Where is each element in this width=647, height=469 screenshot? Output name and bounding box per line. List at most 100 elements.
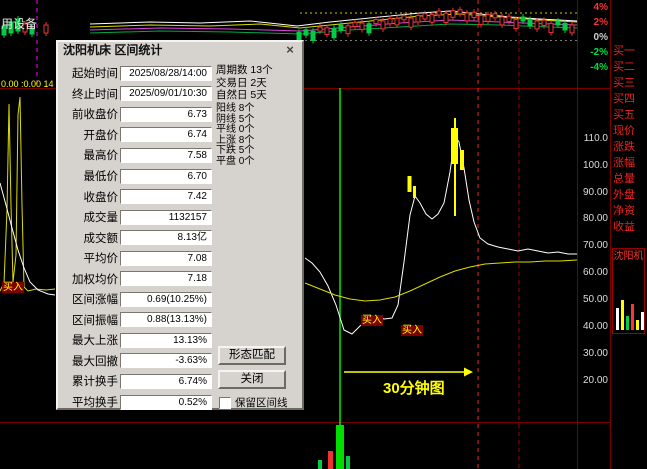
stat-label: 最低价 xyxy=(60,168,118,184)
stat-row: 最高价7.58 xyxy=(60,145,212,166)
quote-panel-item: 买二 xyxy=(613,58,646,74)
price-axis-label: 110.0 xyxy=(578,133,608,144)
stat-label: 终止时间 xyxy=(60,86,118,102)
dialog-close-button[interactable]: × xyxy=(283,43,297,57)
quote-panel-item: 买五 xyxy=(613,106,646,122)
stat-value-field: 7.18 xyxy=(120,271,212,286)
price-axis-label: 70.00 xyxy=(578,240,608,251)
stat-value-field: 2025/08/28/14:00 xyxy=(120,66,212,81)
stat-label: 前收盘价 xyxy=(60,106,118,122)
left-line-fragments xyxy=(0,97,55,295)
stat-label: 区间涨幅 xyxy=(60,291,118,307)
stat-label: 起始时间 xyxy=(60,65,118,81)
stat-label: 收盘价 xyxy=(60,189,118,205)
stat-value-field: 0.69(10.25%) xyxy=(120,292,212,307)
highlight-arrow xyxy=(344,368,473,377)
percent-axis-label: 4% xyxy=(578,2,608,13)
stat-label: 平均价 xyxy=(60,250,118,266)
stat-label: 最高价 xyxy=(60,147,118,163)
stat-label: 区间振幅 xyxy=(60,312,118,328)
avg-price-line xyxy=(305,260,577,301)
percent-axis-label: 0% xyxy=(578,32,608,43)
stat-value-field: 1132157 xyxy=(120,210,212,225)
stat-value-field: 7.58 xyxy=(120,148,212,163)
keep-interval-lines-checkbox[interactable]: 保留区间线 xyxy=(219,395,288,410)
quote-panel-item: 现价 xyxy=(613,122,646,138)
period-info: 周期数 13个 交易日 2天 自然日 5天 xyxy=(216,64,273,102)
stat-value-field: 7.08 xyxy=(120,251,212,266)
quote-panel-item: 总量 xyxy=(613,170,646,186)
buy-signal-label: 买入 xyxy=(401,325,423,336)
quote-panel-item: 买三 xyxy=(613,74,646,90)
checkbox-label: 保留区间线 xyxy=(235,395,288,410)
stat-row: 成交额8.13亿 xyxy=(60,227,212,248)
stat-row: 平均价7.08 xyxy=(60,248,212,269)
stat-label: 最大回撤 xyxy=(60,353,118,369)
app-window: 用设备 0.00 :0.00 14 4% 2% 0% -2% -4% 110.0… xyxy=(0,0,647,469)
stat-value-field: 0.52% xyxy=(120,395,212,410)
quote-panel-item: 收益 xyxy=(613,218,646,234)
chart-annotation-30min: 30分钟图 xyxy=(383,377,445,398)
price-axis-label: 60.00 xyxy=(578,267,608,278)
percent-axis-label: -4% xyxy=(578,62,608,73)
quote-panel-item: 买一 xyxy=(613,42,646,58)
quote-panel-item: 涨跌 xyxy=(613,138,646,154)
checkbox-icon[interactable] xyxy=(219,397,231,409)
pattern-match-button[interactable]: 形态匹配 xyxy=(218,346,286,365)
mini-quote-widget: 沈阳机 xyxy=(612,248,645,334)
mini-quote-bars xyxy=(616,300,644,330)
stat-value-field: 8.13亿 xyxy=(120,230,212,245)
period-info-line: 周期数 13个 xyxy=(216,64,273,77)
stat-row: 最大回撤-3.63% xyxy=(60,351,212,372)
stat-row: 终止时间2025/09/01/10:30 xyxy=(60,84,212,105)
stat-value-field: 0.88(13.13%) xyxy=(120,312,212,327)
sector-label: 用设备 xyxy=(1,15,37,32)
signal-bars xyxy=(408,118,465,216)
stat-label: 最大上涨 xyxy=(60,332,118,348)
stat-label: 开盘价 xyxy=(60,127,118,143)
volume-bars xyxy=(318,425,350,469)
interval-stats-dialog: 沈阳机床 区间统计 × 起始时间2025/08/28/14:00 终止时间202… xyxy=(56,40,304,410)
stats-rows: 起始时间2025/08/28/14:00 终止时间2025/09/01/10:3… xyxy=(60,63,212,412)
percent-axis-label: -2% xyxy=(578,47,608,58)
indicator-values: 0.00 :0.00 14 xyxy=(1,79,54,89)
stat-value-field: 6.74 xyxy=(120,127,212,142)
price-axis-label: 20.00 xyxy=(578,375,608,386)
stat-value-field: -3.63% xyxy=(120,353,212,368)
stat-row: 加权均价7.18 xyxy=(60,268,212,289)
quote-panel-item: 涨幅 xyxy=(613,154,646,170)
candle-stats-line: 平盘 0个 xyxy=(216,157,254,168)
dialog-title: 沈阳机床 区间统计 xyxy=(63,43,162,57)
stat-row: 前收盘价6.73 xyxy=(60,104,212,125)
stat-row: 起始时间2025/08/28/14:00 xyxy=(60,63,212,84)
stat-value-field: 7.42 xyxy=(120,189,212,204)
stat-row: 收盘价7.42 xyxy=(60,186,212,207)
close-button[interactable]: 关闭 xyxy=(218,370,286,389)
buy-signal-label: 买入 xyxy=(361,315,383,326)
stat-label: 成交量 xyxy=(60,209,118,225)
stat-label: 累计换手 xyxy=(60,373,118,389)
price-axis-label: 100.0 xyxy=(578,160,608,171)
buy-signal-label: 买入 xyxy=(2,282,24,293)
candle-stats: 阳线 8个 阴线 5个 平线 0个 上涨 8个 下跌 5个 平盘 0个 xyxy=(216,104,254,168)
stat-row: 区间涨幅0.69(10.25%) xyxy=(60,289,212,310)
stat-label: 成交额 xyxy=(60,230,118,246)
price-axis-label: 40.00 xyxy=(578,321,608,332)
price-axis-label: 90.00 xyxy=(578,187,608,198)
stat-row: 开盘价6.74 xyxy=(60,125,212,146)
period-info-line: 自然日 5天 xyxy=(216,89,273,102)
stat-value-field: 2025/09/01/10:30 xyxy=(120,86,212,101)
period-info-line: 交易日 2天 xyxy=(216,77,273,90)
price-axis-label: 30.00 xyxy=(578,348,608,359)
stat-row: 累计换手6.74% xyxy=(60,371,212,392)
mini-quote-stock-name: 沈阳机 xyxy=(613,249,644,262)
stat-label: 加权均价 xyxy=(60,271,118,287)
stat-row: 成交量1132157 xyxy=(60,207,212,228)
quote-panel-item: 买四 xyxy=(613,90,646,106)
stat-row: 区间振幅0.88(13.13%) xyxy=(60,310,212,331)
quote-panel-item: 净资 xyxy=(613,202,646,218)
dialog-title-bar[interactable]: 沈阳机床 区间统计 × xyxy=(58,42,302,59)
candle-stats-line: 阳线 8个 xyxy=(216,104,254,115)
stat-value-field: 6.73 xyxy=(120,107,212,122)
stat-row: 最低价6.70 xyxy=(60,166,212,187)
